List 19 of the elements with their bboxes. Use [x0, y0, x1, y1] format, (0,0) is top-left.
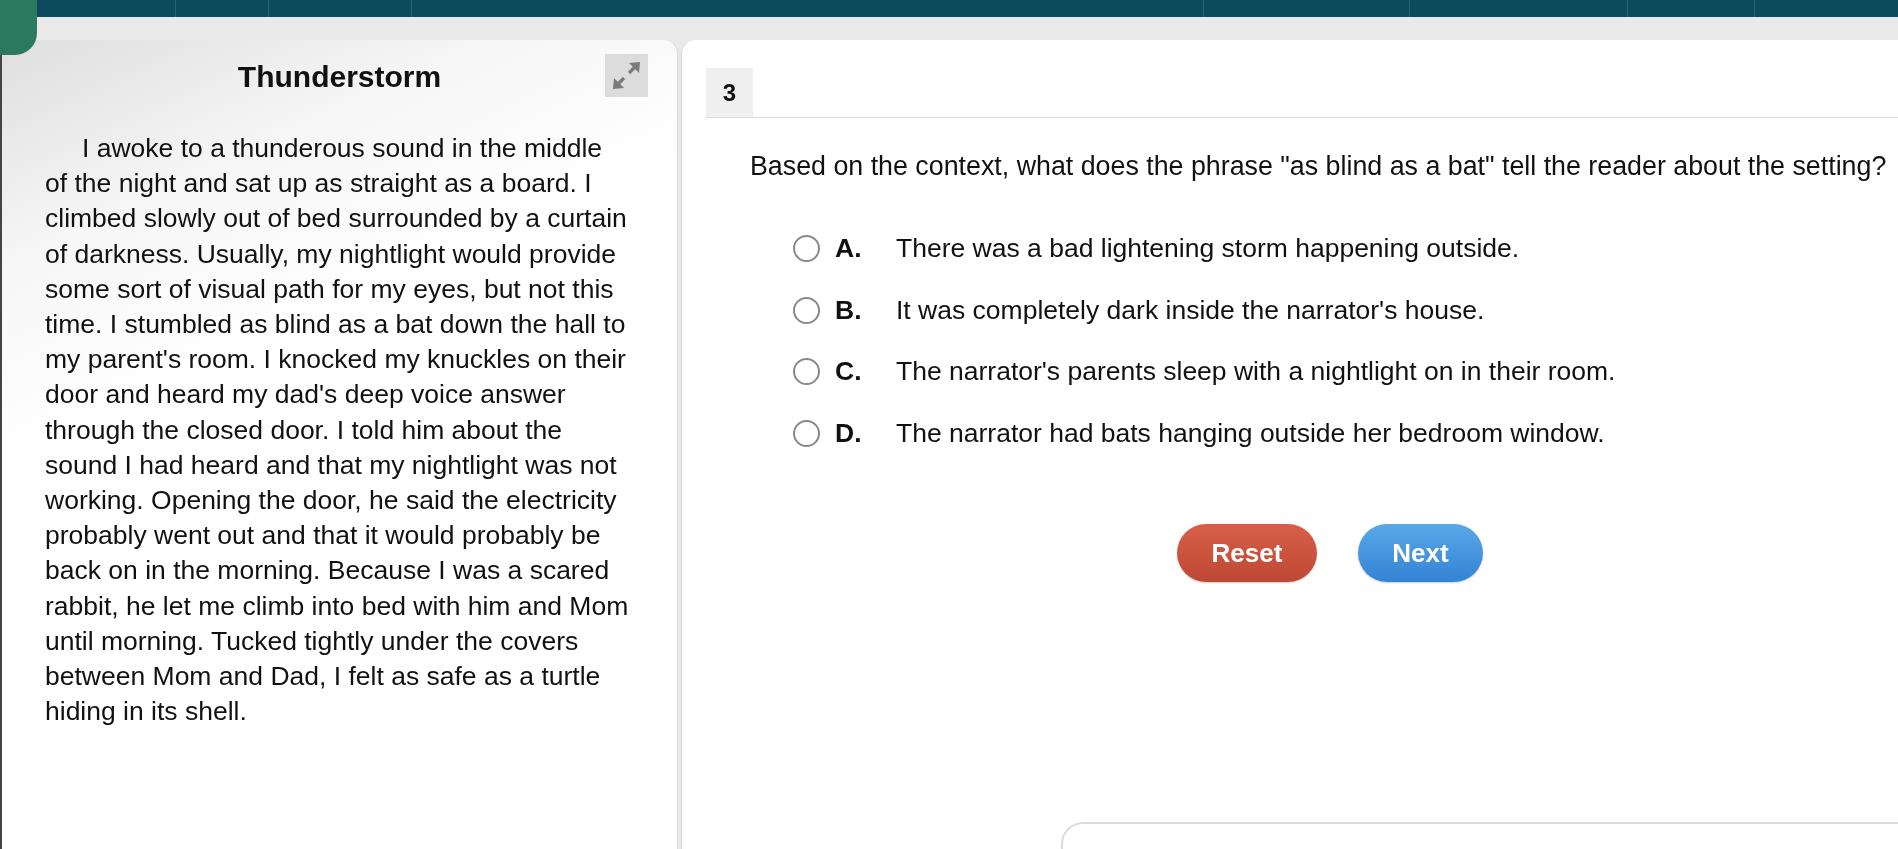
question-prompt: Based on the context, what does the phrase "as blind as a bat" tell the reader about the setting?	[750, 151, 1888, 182]
radio-button[interactable]	[793, 296, 820, 324]
radio-button[interactable]	[793, 419, 820, 447]
option-letter: A.	[835, 233, 863, 265]
option-text[interactable]: It was completely dark inside the narrator's house.	[896, 294, 1485, 326]
passage-title: Thunderstorm	[237, 60, 442, 94]
option-text[interactable]: The narrator had bats hanging outside her bedroom window.	[896, 417, 1605, 449]
expand-icon[interactable]	[605, 54, 648, 97]
corner-tab[interactable]	[0, 0, 37, 55]
option-letter: B.	[835, 294, 863, 326]
option-text[interactable]: The narrator's parents sleep with a nightlight on in their room.	[896, 356, 1616, 388]
option-letter: C.	[835, 356, 863, 388]
reset-button[interactable]: Reset	[1177, 524, 1317, 582]
passage-text: I awoke to a thunderous sound in the middle of the night and sat up as straight as a board. I climbed slowly out of bed surrounded by a curtain of darkness. Usually, my nightlight would provide some sort of visual path for my eyes, but not this time. I stumbled as blind as a bat down the hall to my parent's room. I knocked my knuckles on their door and heard my dad's deep voice answer through the closed door. I told him about the sound I had heard and that my nightlight was not working. Opening the door, he said the electricity probably went out and that it would probably be back on in the morning. Because I was a scared rabbit, he let me climb into bed with him and Mom until morning. Tucked tightly under the covers between Mom and Dad, I felt as safe as a turtle hiding in its shell.	[45, 132, 630, 729]
radio-button[interactable]	[793, 235, 820, 263]
question-number: 3	[706, 68, 753, 117]
option-letter: D.	[835, 417, 863, 449]
radio-button[interactable]	[793, 358, 820, 386]
option-text[interactable]: There was a bad lightening storm happening outside.	[896, 233, 1520, 265]
